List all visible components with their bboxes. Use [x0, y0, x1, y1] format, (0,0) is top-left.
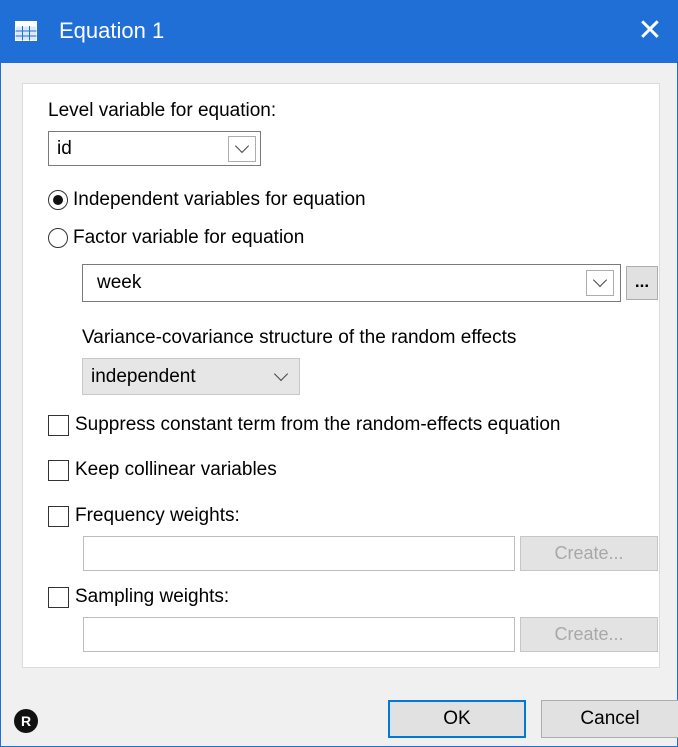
radio-factor-variable[interactable]: [48, 228, 68, 248]
ok-button[interactable]: OK: [388, 700, 526, 738]
equation-dialog: Equation 1 ✕ Level variable for equation…: [0, 0, 678, 747]
sampling-weights-checkbox[interactable]: [48, 587, 69, 608]
window-title: Equation 1: [59, 18, 165, 43]
frequency-weights-input[interactable]: [83, 536, 515, 571]
cancel-button[interactable]: Cancel: [541, 700, 678, 738]
sampling-weights-input[interactable]: [83, 617, 515, 652]
frequency-weights-label: Frequency weights:: [75, 505, 240, 526]
browse-factor-button[interactable]: ...: [626, 266, 658, 300]
title-bar: Equation 1 ✕: [1, 1, 677, 63]
covariance-structure-value: independent: [91, 366, 196, 387]
frequency-weights-checkbox[interactable]: [48, 506, 69, 527]
r-badge-icon[interactable]: R: [14, 709, 38, 733]
frequency-weights-create-button[interactable]: Create...: [520, 536, 658, 571]
close-icon[interactable]: ✕: [623, 1, 677, 63]
grid-window-icon: [15, 21, 37, 41]
chevron-down-icon[interactable]: [273, 366, 289, 382]
radio-independent-variables[interactable]: [48, 190, 68, 210]
level-variable-value: id: [57, 138, 72, 159]
sampling-weights-label: Sampling weights:: [75, 586, 230, 607]
factor-variable-label: Factor variable for equation: [73, 227, 305, 248]
sampling-weights-create-button[interactable]: Create...: [520, 617, 658, 652]
chevron-down-icon[interactable]: [586, 270, 614, 296]
keep-collinear-label: Keep collinear variables: [75, 459, 277, 480]
keep-collinear-checkbox[interactable]: [48, 460, 69, 481]
level-variable-label: Level variable for equation:: [48, 100, 277, 121]
radio-selected-dot: [52, 194, 63, 205]
independent-variables-label: Independent variables for equation: [73, 189, 366, 210]
covariance-structure-label: Variance-covariance structure of the ran…: [82, 327, 517, 348]
suppress-constant-label: Suppress constant term from the random-e…: [75, 414, 561, 435]
factor-variable-dropdown[interactable]: week: [82, 264, 621, 302]
chevron-down-icon[interactable]: [228, 136, 256, 162]
covariance-structure-dropdown[interactable]: independent: [82, 358, 300, 395]
factor-variable-value: week: [97, 272, 142, 293]
level-variable-dropdown[interactable]: id: [48, 131, 261, 166]
suppress-constant-checkbox[interactable]: [48, 415, 69, 436]
